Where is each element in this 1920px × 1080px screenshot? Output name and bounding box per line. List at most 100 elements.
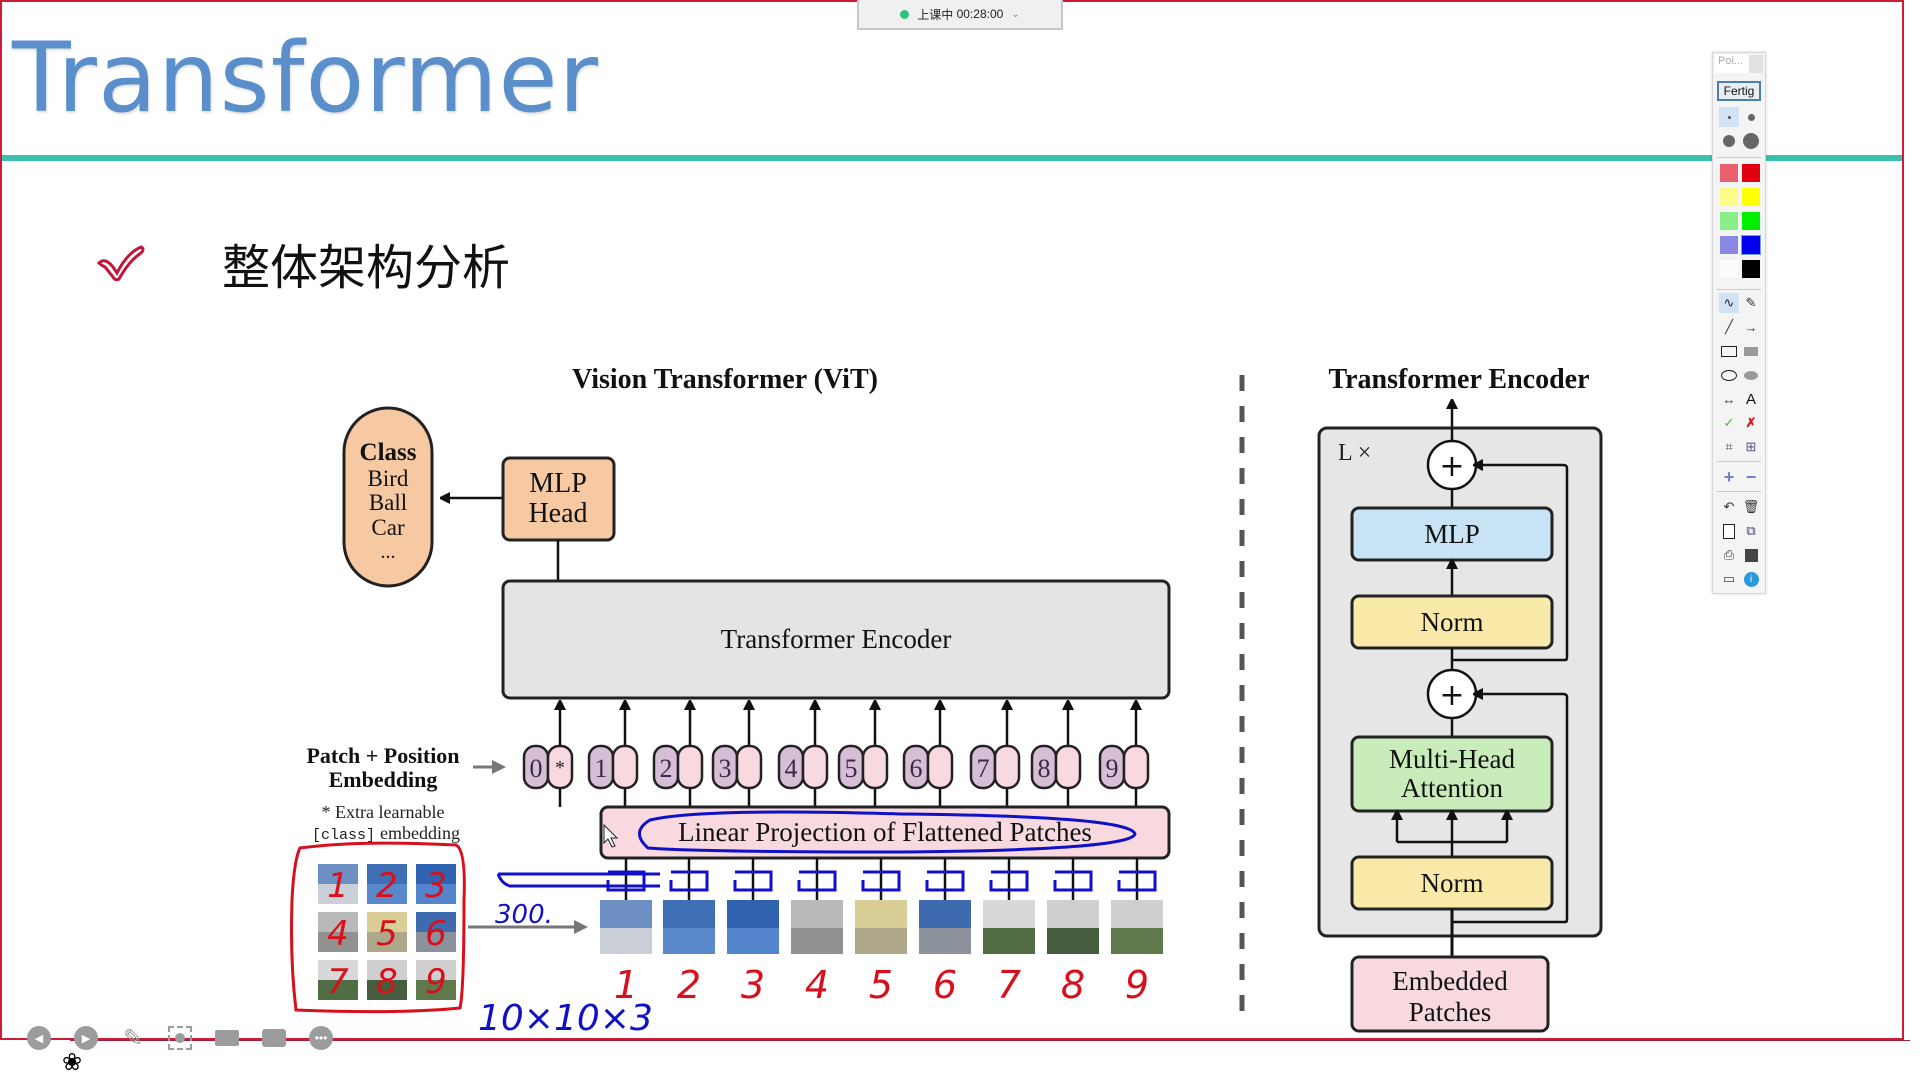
subtitles-icon[interactable] xyxy=(261,1025,287,1051)
toolbar-divider xyxy=(1717,491,1761,492)
color-swatch[interactable] xyxy=(1719,187,1739,207)
color-swatch[interactable] xyxy=(1719,163,1739,183)
freehand-pen-icon[interactable]: ∿ xyxy=(1719,293,1739,313)
zoom-in-icon[interactable]: + xyxy=(1719,467,1739,487)
undo-icon[interactable]: ↶ xyxy=(1719,497,1739,517)
color-swatch[interactable] xyxy=(1719,235,1739,255)
color-swatch[interactable] xyxy=(1741,259,1761,279)
extra-note: * Extra learnable xyxy=(322,802,445,822)
image-patch xyxy=(855,858,907,954)
save-icon[interactable] xyxy=(1741,545,1761,565)
pen-icon[interactable]: ✎ xyxy=(120,1025,146,1052)
svg-text:Embedded: Embedded xyxy=(1392,966,1508,996)
pen-toolbar-grip[interactable] xyxy=(1749,55,1763,73)
token-pair: 3 xyxy=(711,705,763,807)
eraser-icon[interactable]: ✎ xyxy=(1741,293,1761,313)
svg-text:Multi-Head: Multi-Head xyxy=(1389,744,1515,774)
svg-text:MLP: MLP xyxy=(529,468,587,499)
filled-rectangle-tool-icon[interactable] xyxy=(1741,341,1761,361)
ink-grid-number: 5 xyxy=(376,914,398,954)
ellipse-tool-icon[interactable] xyxy=(1719,365,1739,385)
done-button[interactable]: Fertig xyxy=(1717,81,1761,101)
patch-embedding xyxy=(735,744,763,790)
ink-sequence-number: 1 xyxy=(614,963,638,1007)
trash-icon[interactable]: 🗑 xyxy=(1741,497,1761,517)
screen-icon[interactable]: ▭ xyxy=(1719,569,1739,589)
class-heading: Class xyxy=(360,439,417,466)
token-row: 0 * 1 2 3 4 5 6 7 8 9 xyxy=(522,705,1150,807)
extra-note-tail: embedding xyxy=(380,823,460,843)
norm-block-top: Norm xyxy=(1350,594,1554,650)
extra-note-code: [class] xyxy=(312,827,375,844)
line-tool-icon[interactable]: ╱ xyxy=(1719,317,1739,337)
toolbar-divider xyxy=(1717,289,1761,290)
zoom-tool-icon[interactable]: ⊞ xyxy=(1741,437,1761,457)
pen-size-large[interactable] xyxy=(1719,131,1739,151)
image-patch xyxy=(983,858,1035,954)
position-index: 4 xyxy=(785,754,798,783)
image-patch xyxy=(791,858,843,954)
ink-sequence-number: 7 xyxy=(997,963,1021,1007)
ink-grid-number: 2 xyxy=(376,866,398,906)
patch-embedding xyxy=(1122,744,1150,790)
ink-sequence-number: 8 xyxy=(1061,963,1085,1007)
pen-size-small[interactable] xyxy=(1719,107,1739,127)
filled-ellipse-tool-icon[interactable] xyxy=(1741,365,1761,385)
app-logo-icon: ❀ xyxy=(62,1049,83,1076)
check-stamp-icon[interactable]: ✓ xyxy=(1719,413,1739,433)
class-output-box: Class Bird Ball Car ... xyxy=(342,406,434,588)
token-pair: 6 xyxy=(902,705,954,807)
color-swatch[interactable] xyxy=(1719,211,1739,231)
color-swatch[interactable] xyxy=(1719,259,1739,279)
class-item: Ball xyxy=(369,490,407,515)
copy-icon[interactable]: ⧉ xyxy=(1741,521,1761,541)
grid-patch: 6 xyxy=(416,912,456,954)
ink-sequence-number: 5 xyxy=(869,963,893,1007)
token-pair: 8 xyxy=(1030,705,1082,807)
grid-patch: 4 xyxy=(318,912,358,954)
double-arrow-tool-icon[interactable]: ↔ xyxy=(1719,389,1739,409)
vit-diagram: Vision Transformer (ViT) Class Bird Ball… xyxy=(290,364,1603,1039)
vit-title: Vision Transformer (ViT) xyxy=(572,364,878,395)
zoom-out-icon[interactable]: − xyxy=(1741,467,1761,487)
ink-sequence-numbers: 123456789 xyxy=(614,963,1149,1007)
pen-size-medium[interactable] xyxy=(1741,107,1761,127)
rectangle-tool-icon[interactable] xyxy=(1719,341,1739,361)
camera-icon[interactable] xyxy=(214,1025,240,1051)
info-icon[interactable]: i xyxy=(1741,569,1761,589)
color-swatch[interactable] xyxy=(1741,163,1761,183)
image-patch xyxy=(600,858,652,954)
token-pair: 9 xyxy=(1098,705,1150,807)
mlp-head-box: MLP Head xyxy=(501,456,616,542)
pen-size-xlarge[interactable] xyxy=(1741,131,1761,151)
crop-tool-icon[interactable]: ⌗ xyxy=(1719,437,1739,457)
position-index: 9 xyxy=(1106,754,1119,783)
grid-patch: 2 xyxy=(367,864,407,906)
image-patch xyxy=(1047,858,1099,954)
class-item: Bird xyxy=(368,466,409,491)
cross-stamp-icon[interactable]: ✗ xyxy=(1741,413,1761,433)
embedding-label: Patch + Position xyxy=(306,743,459,768)
ink-sequence-number: 6 xyxy=(933,963,957,1007)
spotlight-icon[interactable] xyxy=(167,1025,193,1051)
ink-sequence-number: 3 xyxy=(741,963,765,1007)
print-icon[interactable]: ⎙ xyxy=(1719,545,1739,565)
ink-sequence-number: 2 xyxy=(677,963,701,1007)
text-tool-icon[interactable]: A xyxy=(1741,389,1761,409)
color-swatch[interactable] xyxy=(1741,235,1761,255)
embedding-label: Embedding xyxy=(329,767,438,792)
position-index: 6 xyxy=(910,754,923,783)
new-page-icon[interactable] xyxy=(1719,521,1739,541)
color-swatch[interactable] xyxy=(1741,187,1761,207)
token-pair: 5 xyxy=(837,705,889,807)
svg-text:Head: Head xyxy=(528,498,587,529)
previous-slide-button[interactable]: ◀ xyxy=(26,1025,52,1051)
arrow-tool-icon[interactable]: → xyxy=(1741,317,1761,337)
color-swatch[interactable] xyxy=(1741,211,1761,231)
svg-text:Norm: Norm xyxy=(1421,868,1484,898)
more-options-button[interactable]: ••• xyxy=(308,1025,334,1051)
token-pair: 4 xyxy=(777,705,829,807)
svg-text:MLP: MLP xyxy=(1424,519,1480,549)
pen-toolbar-header[interactable]: Poi... xyxy=(1715,55,1750,73)
ink-sequence-number: 4 xyxy=(805,963,829,1007)
